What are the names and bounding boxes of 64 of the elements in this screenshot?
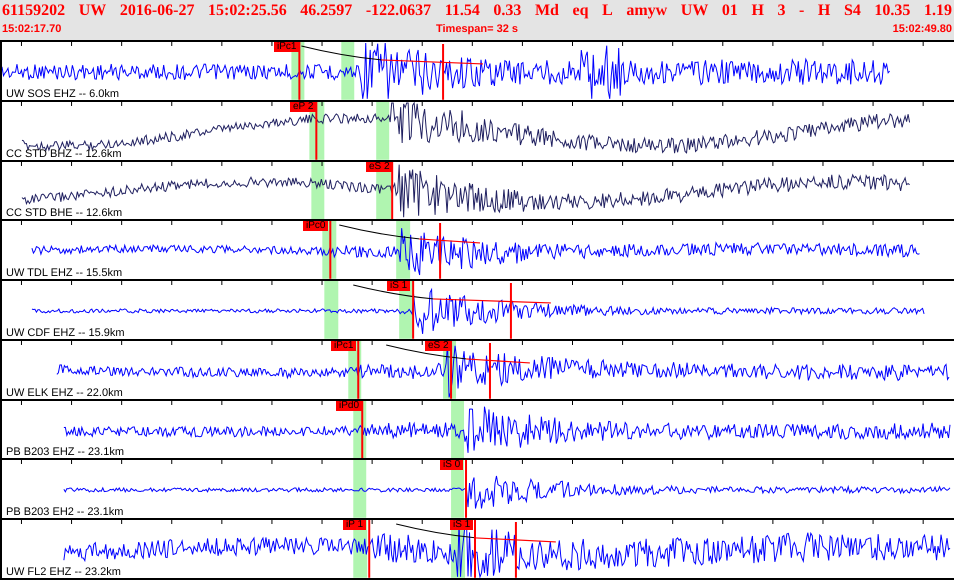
pick-line bbox=[474, 520, 476, 578]
pick-line bbox=[329, 221, 332, 280]
event-field: S4 bbox=[844, 0, 861, 22]
amplitude-marker bbox=[514, 522, 517, 578]
pick-window bbox=[341, 42, 354, 100]
channel-label: UW FL2 EHZ -- 23.2km bbox=[6, 566, 121, 578]
event-field: L bbox=[602, 0, 613, 22]
event-field: 10.35 bbox=[874, 0, 910, 22]
pick-flag: iS 1 bbox=[387, 281, 410, 292]
event-field: 0.33 bbox=[493, 0, 522, 22]
amplitude-marker bbox=[510, 283, 512, 339]
amplitude-marker bbox=[439, 223, 442, 280]
pick-flag: iP 1 bbox=[343, 520, 366, 530]
event-field: - bbox=[799, 0, 804, 22]
channel-label: CC STD BHZ -- 12.6km bbox=[6, 148, 122, 160]
amplitude-marker bbox=[442, 44, 444, 100]
channel-label: PB B203 EH2 -- 23.1km bbox=[6, 506, 124, 518]
pick-flag: iPc0 bbox=[303, 221, 328, 232]
event-field: UW bbox=[78, 0, 106, 22]
event-field: H bbox=[818, 0, 830, 22]
pick-flag: iPd0 bbox=[336, 400, 362, 411]
event-field: Md bbox=[534, 0, 559, 22]
pick-flag: eS 2 bbox=[425, 340, 452, 351]
event-field: 61159202 bbox=[2, 0, 66, 22]
timespan-label: Timespan= 32 s bbox=[436, 22, 518, 36]
pick-line bbox=[315, 102, 318, 160]
pick-window bbox=[311, 162, 324, 220]
event-field: 01 bbox=[722, 0, 738, 22]
event-field: 15:02:25.56 bbox=[208, 0, 287, 22]
pick-line bbox=[412, 281, 414, 339]
channel-label: UW ELK EHZ -- 22.0km bbox=[6, 386, 123, 399]
event-field: 3 bbox=[777, 0, 786, 22]
channel-label: CC STD BHE -- 12.6km bbox=[6, 207, 122, 220]
pick-window bbox=[451, 400, 464, 458]
pick-window bbox=[324, 281, 338, 339]
pick-line bbox=[361, 400, 364, 458]
channel-label: UW SOS EHZ -- 6.0km bbox=[6, 88, 120, 100]
pick-flag: iPc1 bbox=[274, 42, 300, 52]
pick-flag: iS 0 bbox=[440, 460, 464, 470]
pick-line bbox=[357, 340, 360, 399]
event-field: H bbox=[751, 0, 764, 22]
pick-flag: eS 2 bbox=[366, 162, 393, 172]
event-field: eq bbox=[572, 0, 589, 22]
pick-flag: iPc1 bbox=[331, 340, 356, 351]
start-time: 15:02:17.70 bbox=[2, 22, 62, 36]
event-field: UW bbox=[680, 0, 708, 22]
pick-line bbox=[368, 520, 370, 578]
event-field: -122.0637 bbox=[366, 0, 432, 22]
pick-line bbox=[298, 42, 300, 100]
amplitude-marker bbox=[488, 342, 491, 399]
pick-line bbox=[465, 460, 468, 518]
channel-label: UW TDL EHZ -- 15.5km bbox=[6, 267, 122, 280]
event-field: 1.19 bbox=[924, 0, 952, 22]
event-field: 46.2597 bbox=[300, 0, 352, 22]
end-time: 15:02:49.80 bbox=[892, 22, 952, 36]
pick-window bbox=[376, 102, 390, 160]
pick-window bbox=[353, 460, 366, 518]
channel-label: UW CDF EHZ -- 15.9km bbox=[6, 326, 125, 339]
event-field: 2016-06-27 bbox=[120, 0, 194, 22]
event-field: amyw bbox=[626, 0, 668, 22]
pick-flag: eP 2 bbox=[290, 102, 316, 112]
event-field: 11.54 bbox=[444, 0, 480, 22]
pick-flag: iS 1 bbox=[450, 520, 474, 530]
channel-label: PB B203 EHZ -- 23.1km bbox=[6, 446, 124, 458]
